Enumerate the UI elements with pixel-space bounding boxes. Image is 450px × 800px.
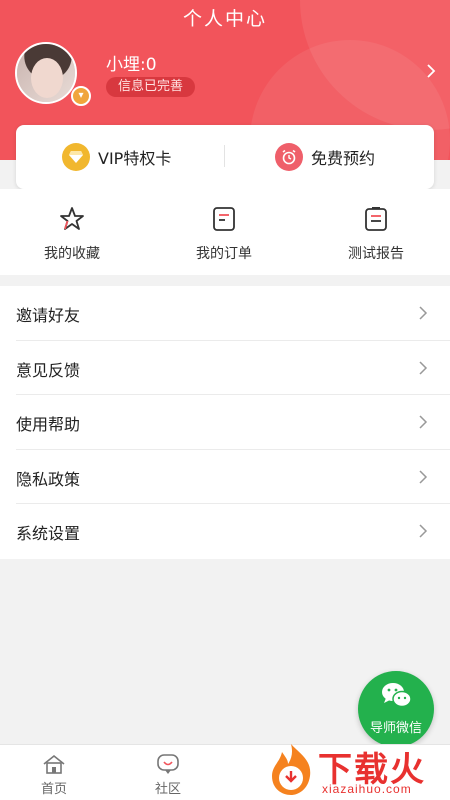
menu-item-label: 邀请好友 — [16, 306, 81, 325]
page-title: 个人中心 — [182, 8, 267, 30]
tab-label: 社区 — [154, 782, 181, 797]
avatar[interactable] — [15, 42, 77, 104]
menu-item-help[interactable]: 使用帮助 — [16, 395, 450, 450]
vip-chevron-badge-icon: ▾ — [71, 86, 91, 106]
mentor-wechat-button[interactable]: 导师微信 — [358, 671, 434, 747]
vip-privilege-label: VIP特权卡 — [98, 149, 172, 168]
diamond-icon — [62, 143, 90, 171]
tab-community[interactable]: 社区 — [138, 753, 198, 797]
vip-privilege-button[interactable]: VIP特权卡 — [62, 125, 171, 189]
quick-link-favorites[interactable]: 我的收藏 — [12, 205, 132, 263]
wechat-icon — [382, 683, 412, 708]
free-booking-button[interactable]: 免费预约 — [275, 125, 375, 189]
watermark-url: xiazaihuo.com — [322, 782, 412, 796]
settings-menu: 邀请好友 意见反馈 使用帮助 隐私政策 系统设置 — [0, 286, 450, 559]
report-icon — [365, 207, 387, 231]
chevron-right-icon — [419, 306, 428, 320]
menu-item-label: 系统设置 — [16, 524, 81, 544]
quick-link-label: 测试报告 — [348, 246, 404, 262]
order-icon — [213, 207, 235, 231]
free-booking-label: 免费预约 — [311, 149, 376, 168]
menu-item-label: 隐私政策 — [16, 469, 81, 489]
star-icon — [60, 207, 84, 230]
home-icon — [43, 754, 65, 774]
watermark-logo: 下载火 xiazaihuo.com — [262, 740, 450, 800]
quick-link-label: 我的收藏 — [44, 246, 100, 262]
menu-item-invite-friends[interactable]: 邀请好友 — [16, 286, 450, 341]
tab-label: 首页 — [40, 782, 67, 797]
menu-item-feedback[interactable]: 意见反馈 — [16, 341, 450, 396]
chevron-right-icon — [419, 470, 428, 484]
menu-item-label: 使用帮助 — [16, 415, 81, 435]
flame-download-icon — [272, 744, 311, 795]
menu-item-label: 意见反馈 — [16, 360, 81, 380]
vip-card: VIP特权卡 免费预约 — [16, 125, 434, 189]
quick-link-orders[interactable]: 我的订单 — [164, 205, 284, 263]
tab-home[interactable]: 首页 — [24, 753, 84, 797]
menu-item-privacy-policy[interactable]: 隐私政策 — [16, 450, 450, 505]
avatar-wrapper[interactable]: ▾ — [15, 42, 93, 106]
info-status-badge[interactable]: 信息已完善 — [106, 77, 196, 97]
menu-item-system-settings[interactable]: 系统设置 — [16, 504, 450, 559]
chevron-right-icon[interactable] — [426, 64, 436, 78]
chevron-right-icon — [419, 415, 428, 429]
chevron-right-icon — [419, 361, 428, 375]
chevron-right-icon — [419, 524, 428, 538]
divider — [224, 145, 225, 167]
quick-links: 我的收藏 我的订单 测试报告 — [0, 189, 450, 275]
mentor-wechat-label: 导师微信 — [369, 721, 422, 736]
username[interactable]: 小埋:0 — [106, 50, 157, 75]
alarm-clock-icon — [275, 143, 303, 171]
quick-link-label: 我的订单 — [196, 246, 252, 262]
community-icon — [157, 754, 179, 774]
quick-link-reports[interactable]: 测试报告 — [316, 205, 436, 263]
